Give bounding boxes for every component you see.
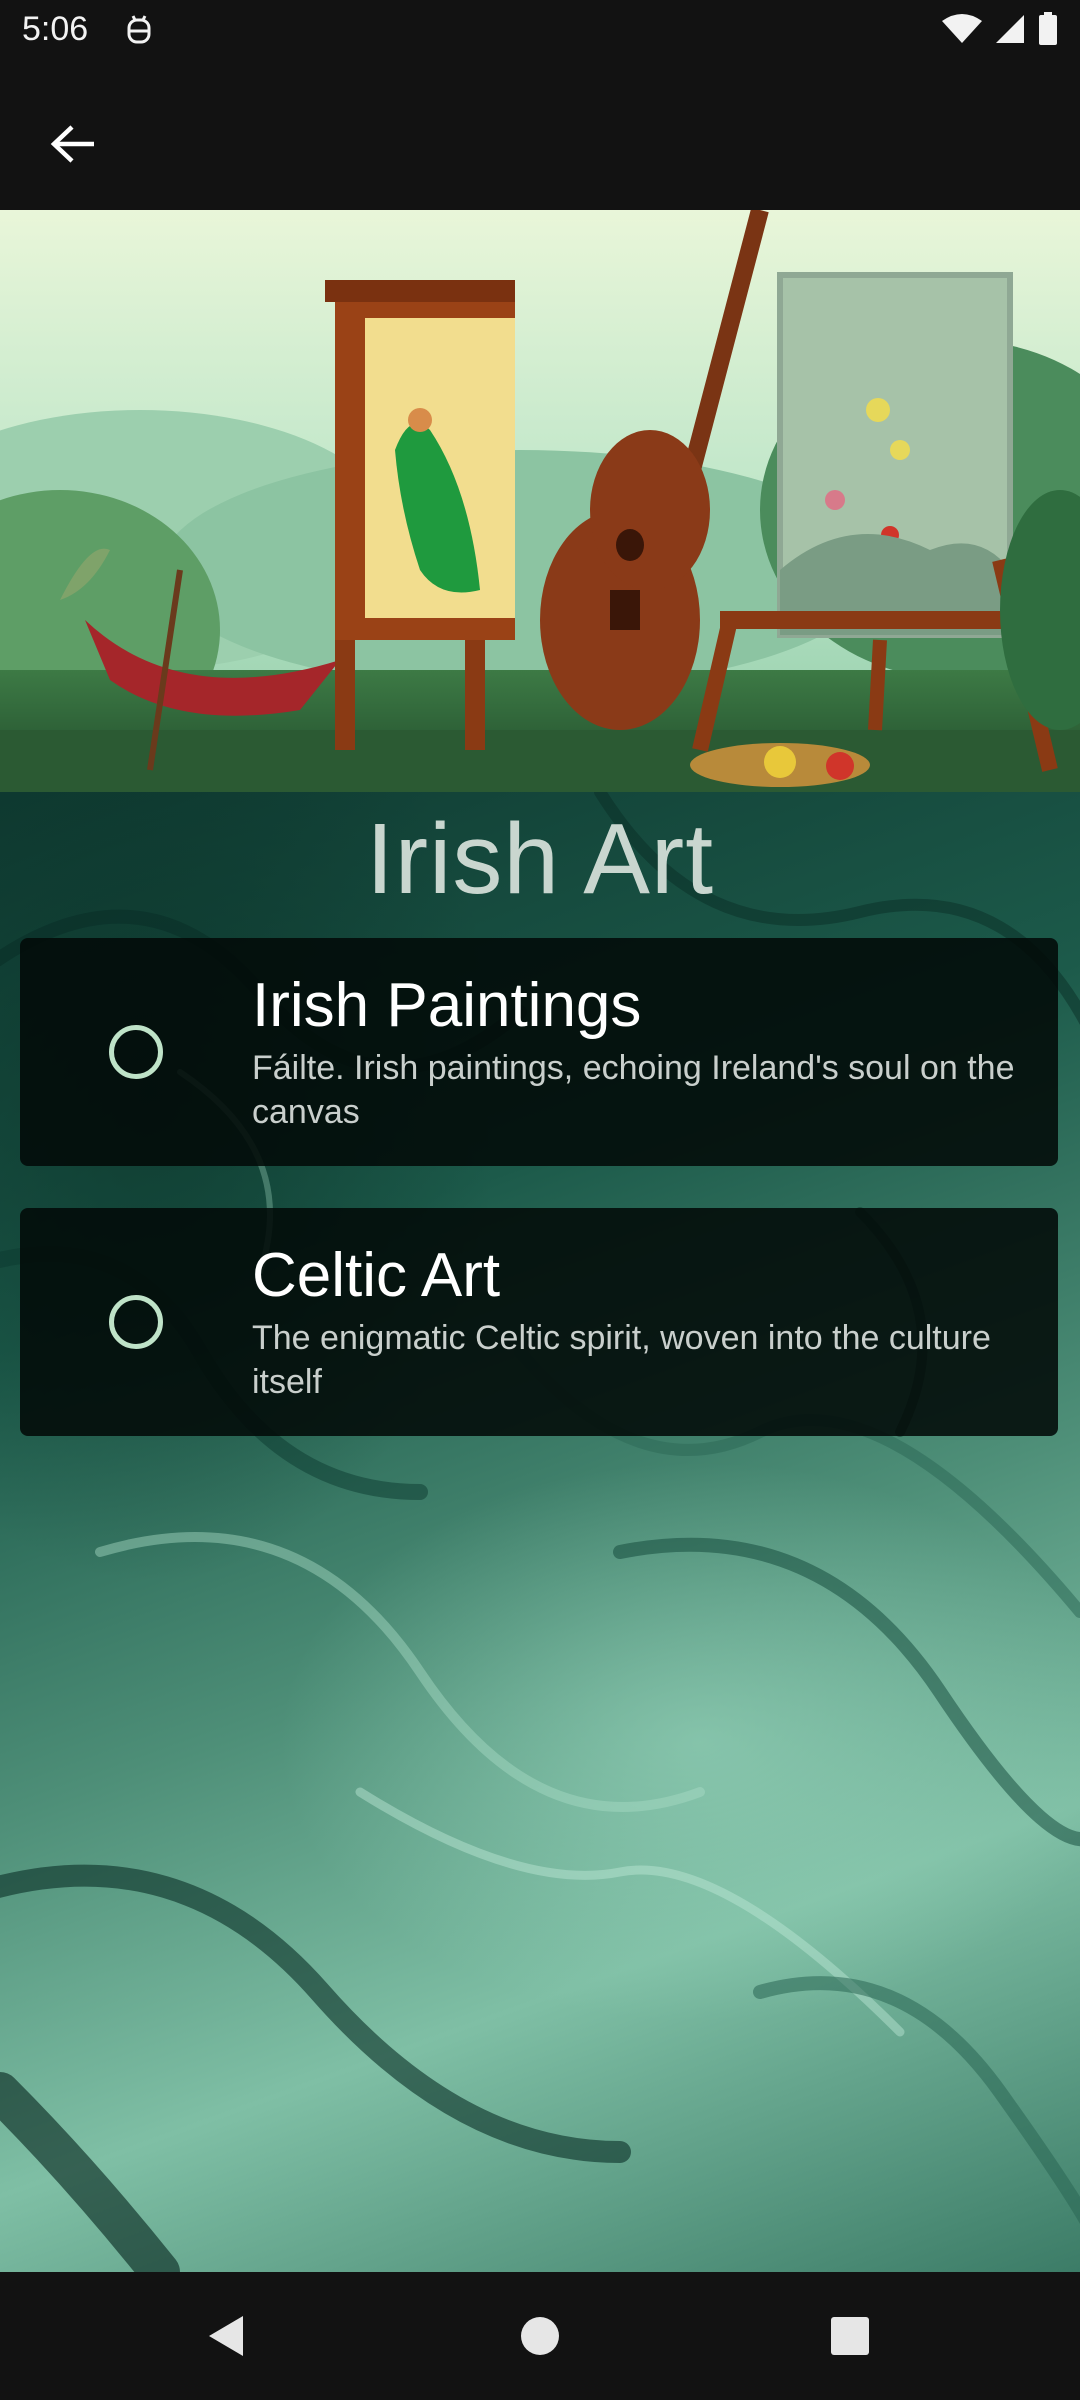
content-area: Irish Art Irish Paintings Fáilte. Irish … <box>0 792 1080 2272</box>
signal-icon <box>994 13 1026 50</box>
status-time: 5:06 <box>22 10 89 48</box>
status-icons <box>942 12 1058 51</box>
nav-recents-button[interactable] <box>820 2308 880 2368</box>
arrow-back-icon <box>50 124 96 169</box>
battery-icon <box>1038 12 1058 51</box>
android-debug-icon <box>124 14 154 48</box>
navigation-bar <box>0 2272 1080 2400</box>
nav-back-button[interactable] <box>196 2308 256 2368</box>
option-title: Celtic Art <box>252 1241 501 1310</box>
status-bar: 5:06 <box>0 0 1080 63</box>
nav-recents-icon <box>830 2316 870 2361</box>
option-celtic-art[interactable]: Celtic Art The enigmatic Celtic spirit, … <box>20 1208 1058 1436</box>
option-description: The enigmatic Celtic spirit, woven into … <box>252 1319 991 1401</box>
back-button[interactable] <box>30 103 116 189</box>
nav-back-icon <box>205 2314 247 2363</box>
radio-button[interactable] <box>109 1025 163 1079</box>
page-title: Irish Art <box>366 803 714 915</box>
app-bar <box>0 63 1080 210</box>
radio-button[interactable] <box>109 1295 163 1349</box>
option-irish-paintings[interactable]: Irish Paintings Fáilte. Irish paintings,… <box>20 938 1058 1166</box>
nav-home-button[interactable] <box>510 2308 570 2368</box>
hero-image <box>0 210 1080 792</box>
option-description: Fáilte. Irish paintings, echoing Ireland… <box>252 1049 1015 1131</box>
nav-home-icon <box>520 2316 560 2361</box>
option-title: Irish Paintings <box>252 971 642 1040</box>
wifi-icon <box>942 13 982 50</box>
